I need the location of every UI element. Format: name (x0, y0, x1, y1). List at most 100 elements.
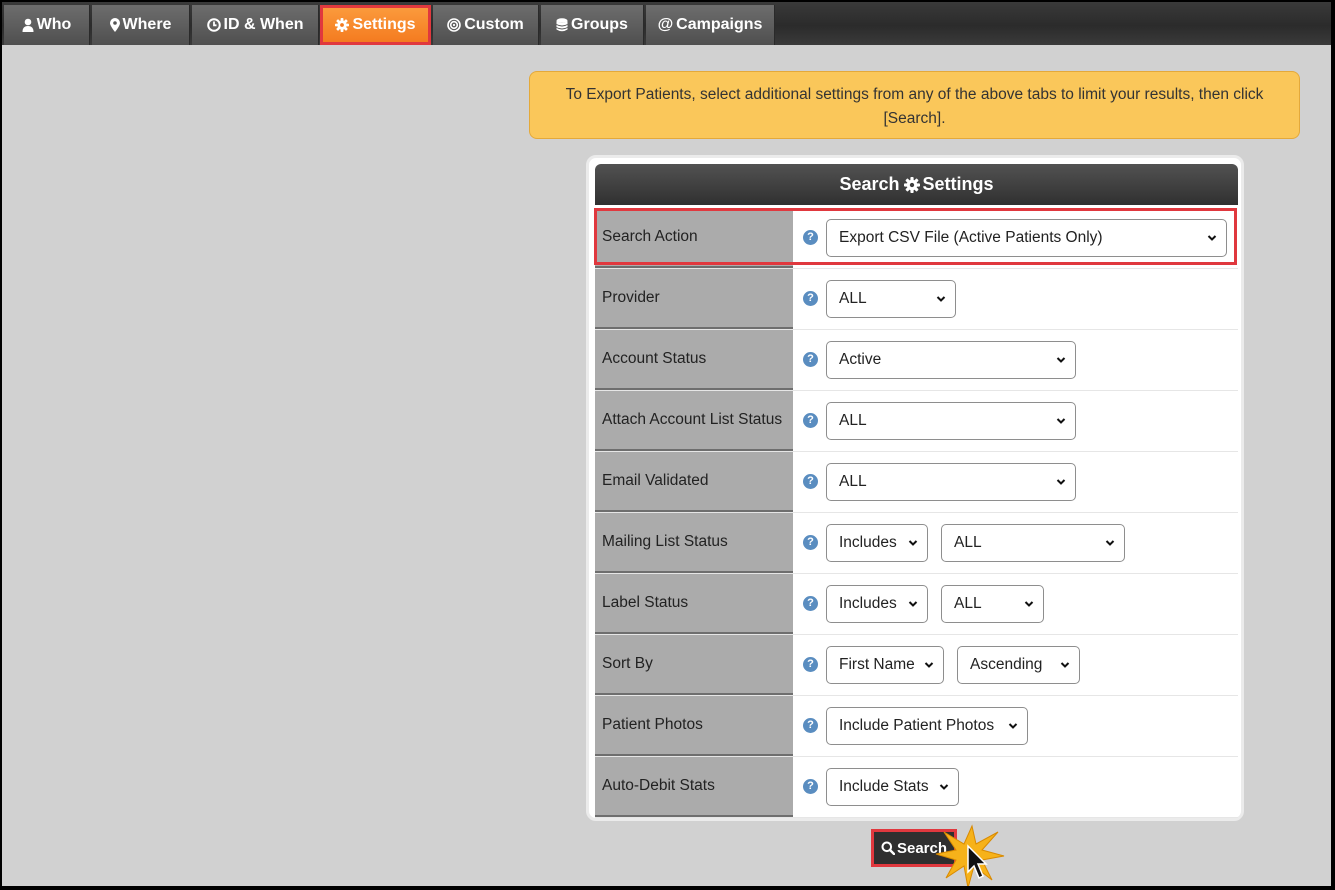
row-label: Mailing List Status (595, 513, 793, 573)
tab-settings[interactable]: Settings (320, 5, 431, 45)
tab-label: ID & When (223, 16, 304, 33)
chevron-down-icon (1056, 357, 1066, 363)
row-label: Search Action (595, 208, 793, 268)
chevron-down-icon (1056, 418, 1066, 424)
search-icon (881, 841, 895, 855)
row-auto-debit-stats: Auto-Debit Stats ? Include Stats (595, 757, 1238, 818)
row-label: Label Status (595, 574, 793, 634)
row-sort-by: Sort By ? First Name Ascending (595, 635, 1238, 696)
chevron-down-icon (1060, 662, 1070, 668)
row-attach-account-list-status: Attach Account List Status ? ALL (595, 391, 1238, 452)
database-icon (556, 18, 568, 32)
tab-label: Settings (352, 16, 416, 33)
export-notice: To Export Patients, select additional se… (529, 71, 1300, 139)
row-patient-photos: Patient Photos ? Include Patient Photos (595, 696, 1238, 757)
row-label: Auto-Debit Stats (595, 757, 793, 817)
chevron-down-icon (1008, 723, 1018, 729)
row-label: Sort By (595, 635, 793, 695)
chevron-down-icon (1056, 479, 1066, 485)
tab-who[interactable]: Who (4, 5, 90, 45)
search-action-select[interactable]: Export CSV File (Active Patients Only) (826, 219, 1227, 257)
label-status-select[interactable]: ALL (941, 585, 1044, 623)
label-status-mode-select[interactable]: Includes (826, 585, 928, 623)
tab-custom[interactable]: Custom (433, 5, 539, 45)
panel-title-settings: Settings (922, 174, 994, 194)
help-icon[interactable]: ? (803, 535, 818, 550)
provider-select[interactable]: ALL (826, 280, 956, 318)
clock-icon (206, 18, 221, 32)
help-icon[interactable]: ? (803, 657, 818, 672)
tab-label: Groups (571, 16, 628, 33)
gear-icon (903, 176, 920, 193)
row-account-status: Account Status ? Active (595, 330, 1238, 391)
row-label-status: Label Status ? Includes ALL (595, 574, 1238, 635)
help-icon[interactable]: ? (803, 291, 818, 306)
sort-order-select[interactable]: Ascending (957, 646, 1080, 684)
select-value: Include Patient Photos (839, 717, 995, 734)
tab-id-when[interactable]: ID & When (192, 5, 319, 45)
chevron-down-icon (936, 296, 946, 302)
help-icon[interactable]: ? (803, 596, 818, 611)
row-email-validated: Email Validated ? ALL (595, 452, 1238, 513)
tab-label: Where (122, 16, 172, 33)
chevron-down-icon (1105, 540, 1115, 546)
tab-campaigns[interactable]: @ Campaigns (646, 5, 775, 45)
export-notice-text: To Export Patients, select additional se… (565, 86, 1264, 127)
select-value: ALL (839, 473, 867, 490)
chevron-down-icon (939, 784, 949, 790)
target-icon (447, 18, 462, 32)
row-provider: Provider ? ALL (595, 269, 1238, 330)
panel-header: Search Settings (595, 164, 1238, 205)
row-label: Provider (595, 269, 793, 329)
chevron-down-icon (924, 662, 934, 668)
select-value: First Name (839, 656, 915, 673)
select-value: Export CSV File (Active Patients Only) (839, 229, 1103, 246)
row-label: Account Status (595, 330, 793, 390)
panel-title-search: Search (839, 174, 900, 194)
sort-field-select[interactable]: First Name (826, 646, 944, 684)
select-value: ALL (839, 412, 867, 429)
select-value: Includes (839, 595, 897, 612)
select-value: Ascending (970, 656, 1043, 673)
select-value: Includes (839, 534, 897, 551)
select-value: ALL (954, 534, 982, 551)
patient-photos-select[interactable]: Include Patient Photos (826, 707, 1028, 745)
tab-bar: Who Where ID & When Settings Custom Grou… (2, 2, 1331, 45)
app-frame: Who Where ID & When Settings Custom Grou… (2, 2, 1331, 886)
row-mailing-list-status: Mailing List Status ? Includes ALL (595, 513, 1238, 574)
row-label: Patient Photos (595, 696, 793, 756)
email-validated-select[interactable]: ALL (826, 463, 1076, 501)
tab-label: Campaigns (676, 16, 763, 33)
help-icon[interactable]: ? (803, 352, 818, 367)
select-value: Active (839, 351, 882, 368)
tab-where[interactable]: Where (92, 5, 190, 45)
account-status-select[interactable]: Active (826, 341, 1076, 379)
row-search-action: Search Action ? Export CSV File (Active … (595, 208, 1238, 269)
help-icon[interactable]: ? (803, 230, 818, 245)
attach-account-list-status-select[interactable]: ALL (826, 402, 1076, 440)
row-label: Email Validated (595, 452, 793, 512)
chevron-down-icon (908, 540, 918, 546)
mailing-list-mode-select[interactable]: Includes (826, 524, 928, 562)
tab-label: Who (36, 16, 72, 33)
at-icon: @ (657, 16, 674, 33)
auto-debit-stats-select[interactable]: Include Stats (826, 768, 959, 806)
select-value: ALL (839, 290, 867, 307)
map-pin-icon (109, 18, 120, 32)
help-icon[interactable]: ? (803, 779, 818, 794)
select-value: ALL (954, 595, 982, 612)
tab-label: Custom (464, 16, 524, 33)
chevron-down-icon (1207, 235, 1217, 241)
help-icon[interactable]: ? (803, 413, 818, 428)
help-icon[interactable]: ? (803, 718, 818, 733)
click-burst-icon (935, 824, 1005, 886)
user-icon (22, 18, 34, 32)
gear-icon (335, 18, 350, 32)
row-label: Attach Account List Status (595, 391, 793, 451)
chevron-down-icon (1024, 601, 1034, 607)
help-icon[interactable]: ? (803, 474, 818, 489)
search-settings-panel: Search Settings Search Action ? Export C… (586, 155, 1244, 821)
tab-groups[interactable]: Groups (541, 5, 644, 45)
mailing-list-status-select[interactable]: ALL (941, 524, 1125, 562)
chevron-down-icon (908, 601, 918, 607)
